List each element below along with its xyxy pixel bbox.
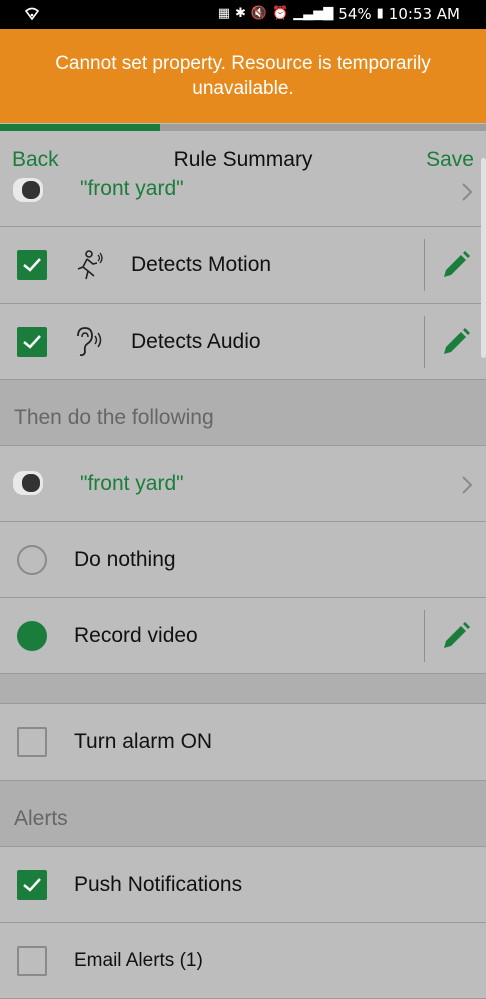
- push-label: Push Notifications: [74, 873, 243, 896]
- trigger-camera-row[interactable]: "front yard": [0, 173, 486, 227]
- action-camera-name: "front yard": [80, 472, 184, 495]
- camera-icon: [13, 178, 43, 202]
- email-checkbox[interactable]: [17, 946, 47, 976]
- bluetooth-icon: ✱: [235, 6, 246, 21]
- edit-icon[interactable]: [441, 250, 471, 280]
- do-nothing-radio[interactable]: [17, 545, 47, 575]
- trigger-row-motion[interactable]: Detects Motion: [0, 227, 486, 304]
- row-divider: [424, 610, 425, 662]
- action-camera-row[interactable]: "front yard": [0, 446, 486, 522]
- audio-checkbox[interactable]: [17, 327, 47, 357]
- alarm-icon: ⏰: [272, 6, 289, 21]
- mute-icon: 🔇: [250, 6, 268, 21]
- progress-fill: [0, 124, 161, 131]
- save-button[interactable]: Save: [426, 148, 474, 172]
- scrollbar[interactable]: [481, 158, 486, 358]
- chevron-right-icon: [462, 476, 473, 494]
- record-video-label: Record video: [74, 624, 198, 647]
- section-header-alerts: Alerts: [0, 781, 486, 847]
- signal-icon: ▁▃▅▇: [293, 6, 334, 21]
- trigger-row-audio[interactable]: Detects Audio: [0, 304, 486, 380]
- push-checkbox[interactable]: [17, 870, 47, 900]
- alarm-row[interactable]: Turn alarm ON: [0, 704, 486, 781]
- camera-icon: [13, 471, 43, 495]
- email-label: Email Alerts (1): [74, 950, 203, 971]
- trigger-audio-label: Detects Audio: [131, 330, 261, 353]
- trigger-motion-label: Detects Motion: [131, 253, 272, 276]
- do-nothing-label: Do nothing: [74, 548, 176, 571]
- clock: 10:53 AM: [388, 5, 460, 23]
- alert-row-push[interactable]: Push Notifications: [0, 847, 486, 923]
- battery-icon: ▮: [376, 6, 384, 21]
- battery-percent: 54%: [338, 5, 372, 23]
- record-video-radio[interactable]: [17, 621, 47, 651]
- row-divider: [424, 239, 425, 291]
- status-bar: ▦ ✱ 🔇 ⏰ ▁▃▅▇ 54% ▮ 10:53 AM: [0, 0, 486, 29]
- page-title: Rule Summary: [173, 148, 313, 171]
- wifi-icon: [24, 7, 40, 21]
- notification-icon: ▦: [217, 6, 231, 21]
- section-title: Then do the following: [14, 406, 214, 429]
- action-option-record-video[interactable]: Record video: [0, 598, 486, 674]
- section-header-actions: Then do the following: [0, 380, 486, 446]
- error-toast: Cannot set property. Resource is tempora…: [0, 29, 486, 123]
- toast-message: Cannot set property. Resource is tempora…: [55, 53, 431, 99]
- alert-row-email[interactable]: Email Alerts (1): [0, 923, 486, 999]
- action-option-do-nothing[interactable]: Do nothing: [0, 522, 486, 598]
- edit-icon[interactable]: [441, 621, 471, 651]
- alarm-label: Turn alarm ON: [74, 730, 213, 753]
- alarm-checkbox[interactable]: [17, 727, 47, 757]
- section-spacer: [0, 674, 486, 704]
- row-divider: [424, 316, 425, 368]
- motion-checkbox[interactable]: [17, 250, 47, 280]
- progress-bar: [0, 124, 486, 131]
- audio-icon: [77, 327, 102, 357]
- motion-icon: [77, 250, 103, 280]
- section-title: Alerts: [14, 807, 68, 830]
- edit-icon[interactable]: [441, 327, 471, 357]
- trigger-camera-name: "front yard": [80, 177, 184, 200]
- chevron-right-icon: [462, 183, 473, 201]
